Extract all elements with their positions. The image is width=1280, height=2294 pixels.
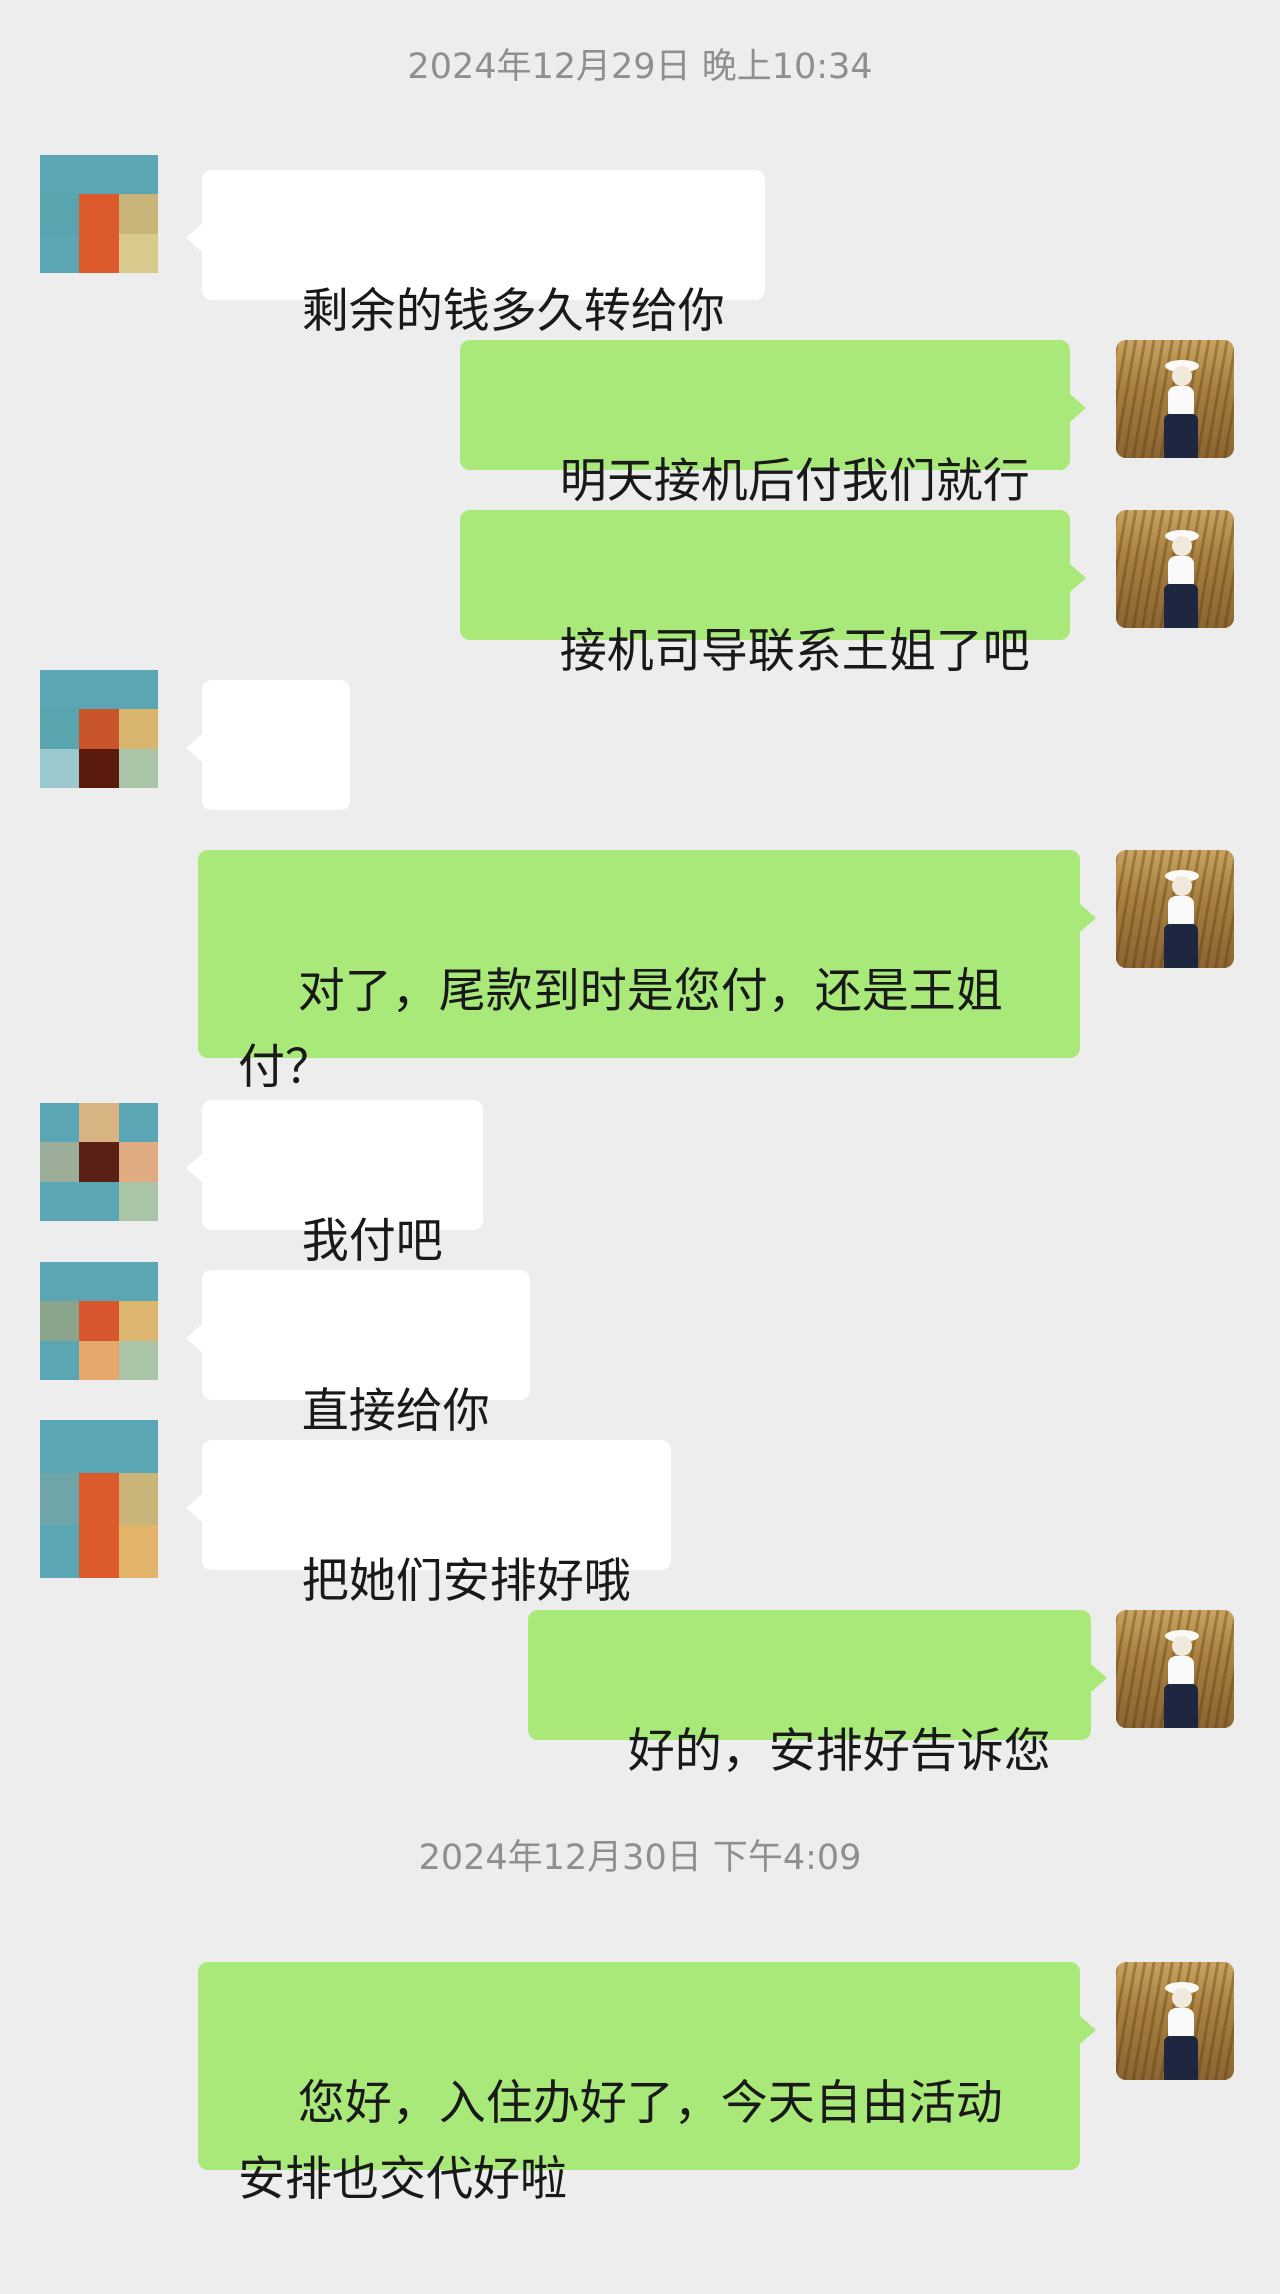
message-bubble[interactable]: 好的，安排好告诉您 <box>528 1610 1107 1779</box>
message-bubble[interactable]: 对了，尾款到时是您付，还是王姐付？ <box>198 850 1096 1095</box>
message-bubble[interactable]: 把她们安排好哦 <box>186 1440 671 1609</box>
contact-avatar[interactable] <box>40 670 158 788</box>
message-text: 对了，尾款到时是您付，还是王姐付？ <box>238 964 1003 1095</box>
message-text: 您好，入住办好了，今天自由活动安排也交代好啦 <box>238 2076 1003 2207</box>
message-bubble[interactable]: 我付吧 <box>186 1100 483 1269</box>
message-bubble[interactable]: 明天接机后付我们就行 <box>460 340 1086 509</box>
message-bubble[interactable]: 直接给你 <box>186 1270 530 1439</box>
contact-avatar[interactable] <box>40 155 158 273</box>
timestamp: 2024年12月29日 晚上10:34 <box>407 47 873 87</box>
contact-avatar[interactable] <box>40 1262 158 1380</box>
message-bubble[interactable]: 👌 <box>186 680 350 930</box>
my-avatar[interactable] <box>1116 1962 1234 2080</box>
my-avatar[interactable] <box>1116 510 1234 628</box>
message-text: 好的，安排好告诉您 <box>627 1724 1051 1779</box>
message-text: 我付吧 <box>301 1214 443 1269</box>
contact-avatar[interactable] <box>40 1103 158 1221</box>
message-text: 明天接机后付我们就行 <box>559 454 1030 509</box>
message-bubble[interactable]: 接机司导联系王姐了吧 <box>460 510 1086 679</box>
message-bubble[interactable]: 您好，入住办好了，今天自由活动安排也交代好啦 <box>198 1962 1096 2207</box>
contact-avatar[interactable] <box>40 1420 158 1578</box>
my-avatar[interactable] <box>1116 1610 1234 1728</box>
message-text: 把她们安排好哦 <box>301 1554 631 1609</box>
message-text: 直接给你 <box>301 1384 490 1439</box>
message-text: 接机司导联系王姐了吧 <box>559 624 1030 679</box>
my-avatar[interactable] <box>1116 850 1234 968</box>
timestamp: 2024年12月30日 下午4:09 <box>418 1838 862 1878</box>
my-avatar[interactable] <box>1116 340 1234 458</box>
message-text: 剩余的钱多久转给你 <box>301 284 725 339</box>
message-bubble[interactable]: 剩余的钱多久转给你 <box>186 170 765 339</box>
